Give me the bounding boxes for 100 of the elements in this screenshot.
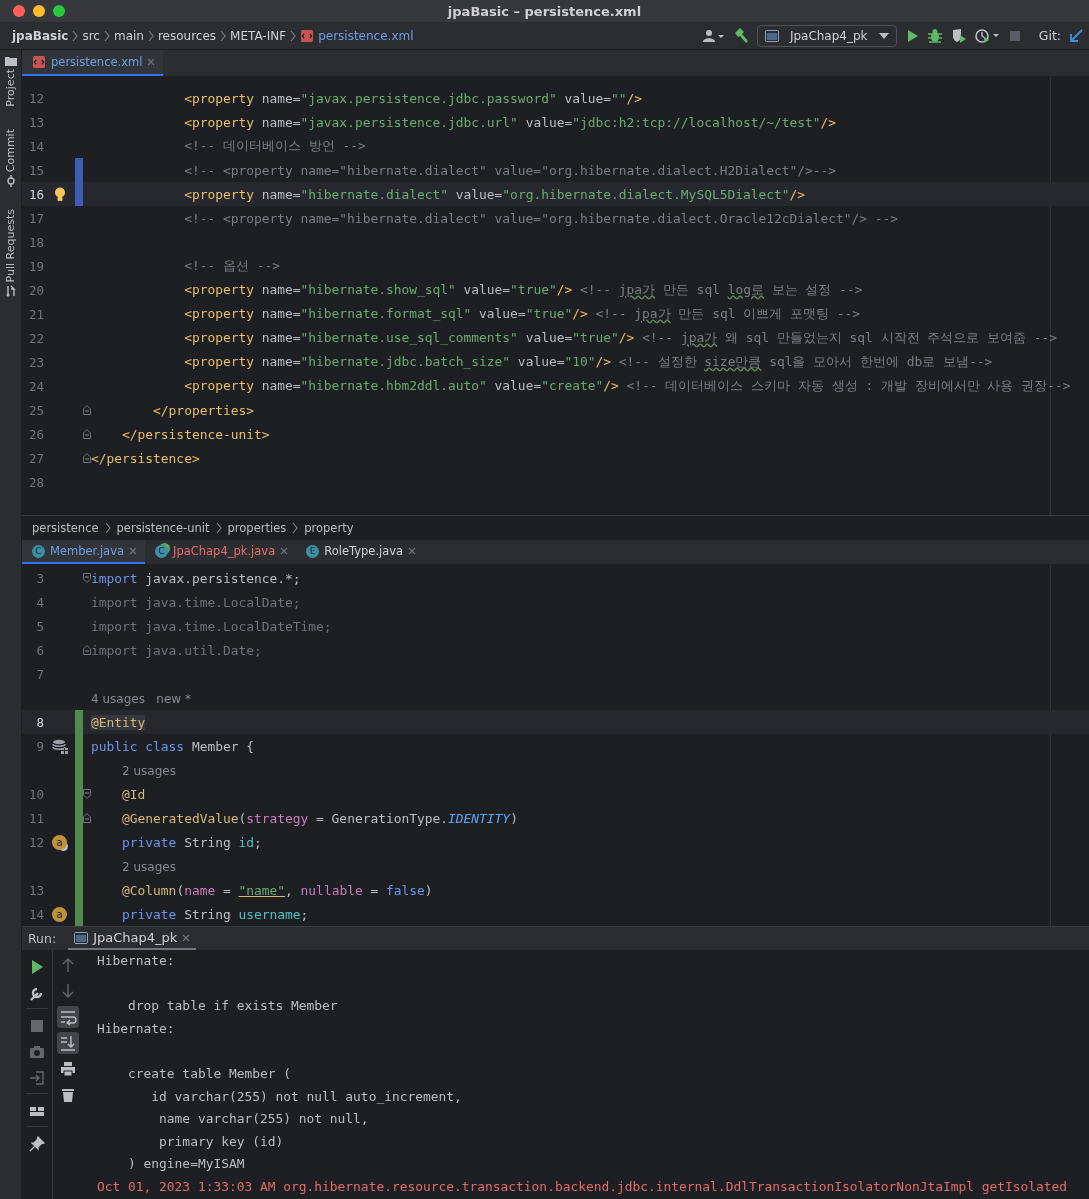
breadcrumb-item[interactable]: src [82, 28, 100, 43]
shield-icon[interactable] [950, 27, 967, 44]
pull-request-icon [4, 285, 17, 298]
field-key-icon: a [52, 834, 67, 850]
soft-wrap-icon[interactable] [59, 1008, 77, 1026]
breadcrumb-item[interactable]: persistence.xml [318, 28, 414, 43]
field-icon: a [52, 906, 67, 922]
editor-tab[interactable]: E RoleType.java [296, 540, 425, 564]
enum-icon: E [306, 544, 320, 558]
breadcrumb-item[interactable]: jpaBasic [12, 28, 69, 43]
code-line: <property name="javax.persistence.jdbc.url" value="jdbc:h2:tcp://localhost/~/test"/> [183, 114, 837, 130]
chevron-icon [220, 29, 227, 42]
code-line: <!-- 옵션 --> [183, 257, 280, 275]
vcs-label: Git: [1038, 28, 1061, 43]
class-icon: C [32, 544, 45, 558]
close-icon[interactable] [147, 58, 156, 66]
code-line: <property name="hibernate.use_sql_comments" value="true"/> <!-- jpa가 왜 sql 만들었는지 sql 시작전 주석으로 보여줌 --> [183, 329, 1058, 347]
code-line: <property name="hibernate.show_sql" value="true"/> <!-- jpa가 만든 sql log로 보는 설정 --> [183, 281, 863, 299]
console-line: drop table if exists Member [127, 997, 339, 1016]
editor-tab[interactable]: persistence.xml [22, 50, 164, 76]
fold-icon[interactable] [83, 429, 91, 439]
breadcrumb-item[interactable]: persistence-unit [116, 521, 210, 535]
lightbulb-icon[interactable] [53, 186, 66, 202]
trash-icon[interactable] [59, 1086, 77, 1104]
line-number: 23 [27, 354, 45, 370]
tool-window-button[interactable]: Project [4, 56, 17, 107]
chevron-icon [72, 29, 79, 42]
line-number: 10 [27, 786, 45, 802]
fold-icon[interactable] [83, 405, 91, 415]
tool-window-button[interactable]: Commit [4, 128, 17, 187]
xml-file-icon [32, 55, 46, 69]
line-number: 11 [27, 810, 45, 826]
line-number: 24 [27, 378, 45, 394]
editor-tab[interactable]: C JpaChap4_pk.java [145, 540, 297, 564]
line-number: 6 [35, 642, 45, 658]
pin-icon[interactable] [28, 1135, 46, 1153]
code-line: <!-- 데이터베이스 방언 --> [183, 137, 366, 155]
database-icon [51, 738, 68, 754]
line-number: 22 [27, 330, 45, 346]
line-number: 8 [35, 714, 45, 730]
breadcrumb-item[interactable]: META-INF [230, 28, 287, 43]
fold-icon[interactable] [83, 789, 91, 799]
line-number: 15 [27, 162, 45, 178]
code-line: <property name="hibernate.format_sql" value="true"/> <!-- jpa가 만든 sql 이쁘게 포맷팅 --> [183, 305, 860, 323]
breadcrumb-item[interactable]: main [113, 28, 144, 43]
fold-icon[interactable] [83, 573, 91, 583]
tool-window-button[interactable]: Pull Requests [4, 208, 17, 298]
close-icon[interactable] [408, 547, 417, 555]
console-line: create table Member ( [127, 1064, 293, 1083]
stop-icon[interactable] [1008, 29, 1021, 42]
close-icon[interactable] [280, 547, 289, 555]
fold-icon[interactable] [83, 453, 91, 463]
application-icon [764, 29, 779, 42]
run-tab[interactable]: JpaChap4_pk [68, 927, 197, 950]
code-line: <property name="javax.persistence.jdbc.password" value=""/> [183, 90, 643, 106]
line-number: 20 [27, 282, 45, 298]
scroll-to-end-icon[interactable] [59, 1034, 77, 1052]
minimize-button[interactable] [33, 5, 45, 17]
line-number: 14 [27, 906, 45, 922]
zoom-button[interactable] [53, 5, 65, 17]
printer-icon[interactable] [59, 1060, 77, 1078]
breadcrumb-item[interactable]: persistence [32, 521, 99, 535]
error-line: Oct 01, 2023 1:33:03 AM org.hibernate.resource.transaction.backend.jdbc.internal.DdlTransactionIsolatorNonJtaImpl getIsolated [97, 1177, 1069, 1196]
line-number: 3 [35, 570, 45, 586]
line-number: 13 [27, 882, 45, 898]
caret-icon [878, 32, 889, 39]
fold-icon[interactable] [83, 813, 91, 823]
console-line: name varchar(255) not null, [158, 1110, 370, 1129]
code-line: private String id; [121, 834, 262, 850]
line-number: 12 [27, 90, 45, 106]
user-icon[interactable] [702, 28, 725, 43]
code-line: @GeneratedValue(strategy = GenerationType.IDENTITY) [121, 810, 518, 826]
code-line: @Id [121, 786, 146, 802]
close-button[interactable] [13, 5, 25, 17]
breadcrumb-item[interactable]: properties [227, 521, 287, 535]
panel-label: Run: [28, 931, 57, 946]
line-number: 27 [27, 450, 45, 466]
breadcrumb-item[interactable]: property [304, 521, 354, 535]
line-number: 13 [27, 114, 45, 130]
fold-icon[interactable] [83, 645, 91, 655]
hammer-icon[interactable] [732, 27, 749, 44]
code-line: <!-- <property name="hibernate.dialect" value="org.hibernate.dialect.H2Dialect"/>--> [183, 162, 837, 178]
line-number: 18 [27, 234, 45, 250]
profiler-icon[interactable] [974, 27, 1001, 44]
console-line: ) engine=MyISAM [127, 1155, 246, 1174]
breadcrumb-item[interactable]: resources [157, 28, 217, 43]
class-icon: C [155, 544, 168, 558]
chevron-icon [147, 29, 154, 42]
editor-tab[interactable]: C Member.java [22, 540, 145, 564]
close-icon[interactable] [129, 547, 137, 555]
code-line: <property name="hibernate.dialect" value="org.hibernate.dialect.MySQL5Dialect"/> [183, 186, 806, 202]
line-number: 28 [27, 474, 45, 490]
run-configuration-dropdown[interactable]: JpaChap4_pk [756, 24, 897, 47]
close-icon[interactable] [182, 933, 191, 942]
bug-icon[interactable] [926, 27, 943, 44]
arrow-icon[interactable] [1069, 28, 1083, 43]
code-line: <property name="hibernate.hbm2ddl.auto" value="create"/> <!-- 데이터베이스 스키마 자동 생성 : 개발 장비에서만 사용 권장--> [183, 377, 1071, 395]
usage-hint: 2 usages [121, 858, 176, 874]
code-line: @Column(name = "name", nullable = false) [121, 882, 433, 898]
line-number: 25 [27, 402, 45, 418]
